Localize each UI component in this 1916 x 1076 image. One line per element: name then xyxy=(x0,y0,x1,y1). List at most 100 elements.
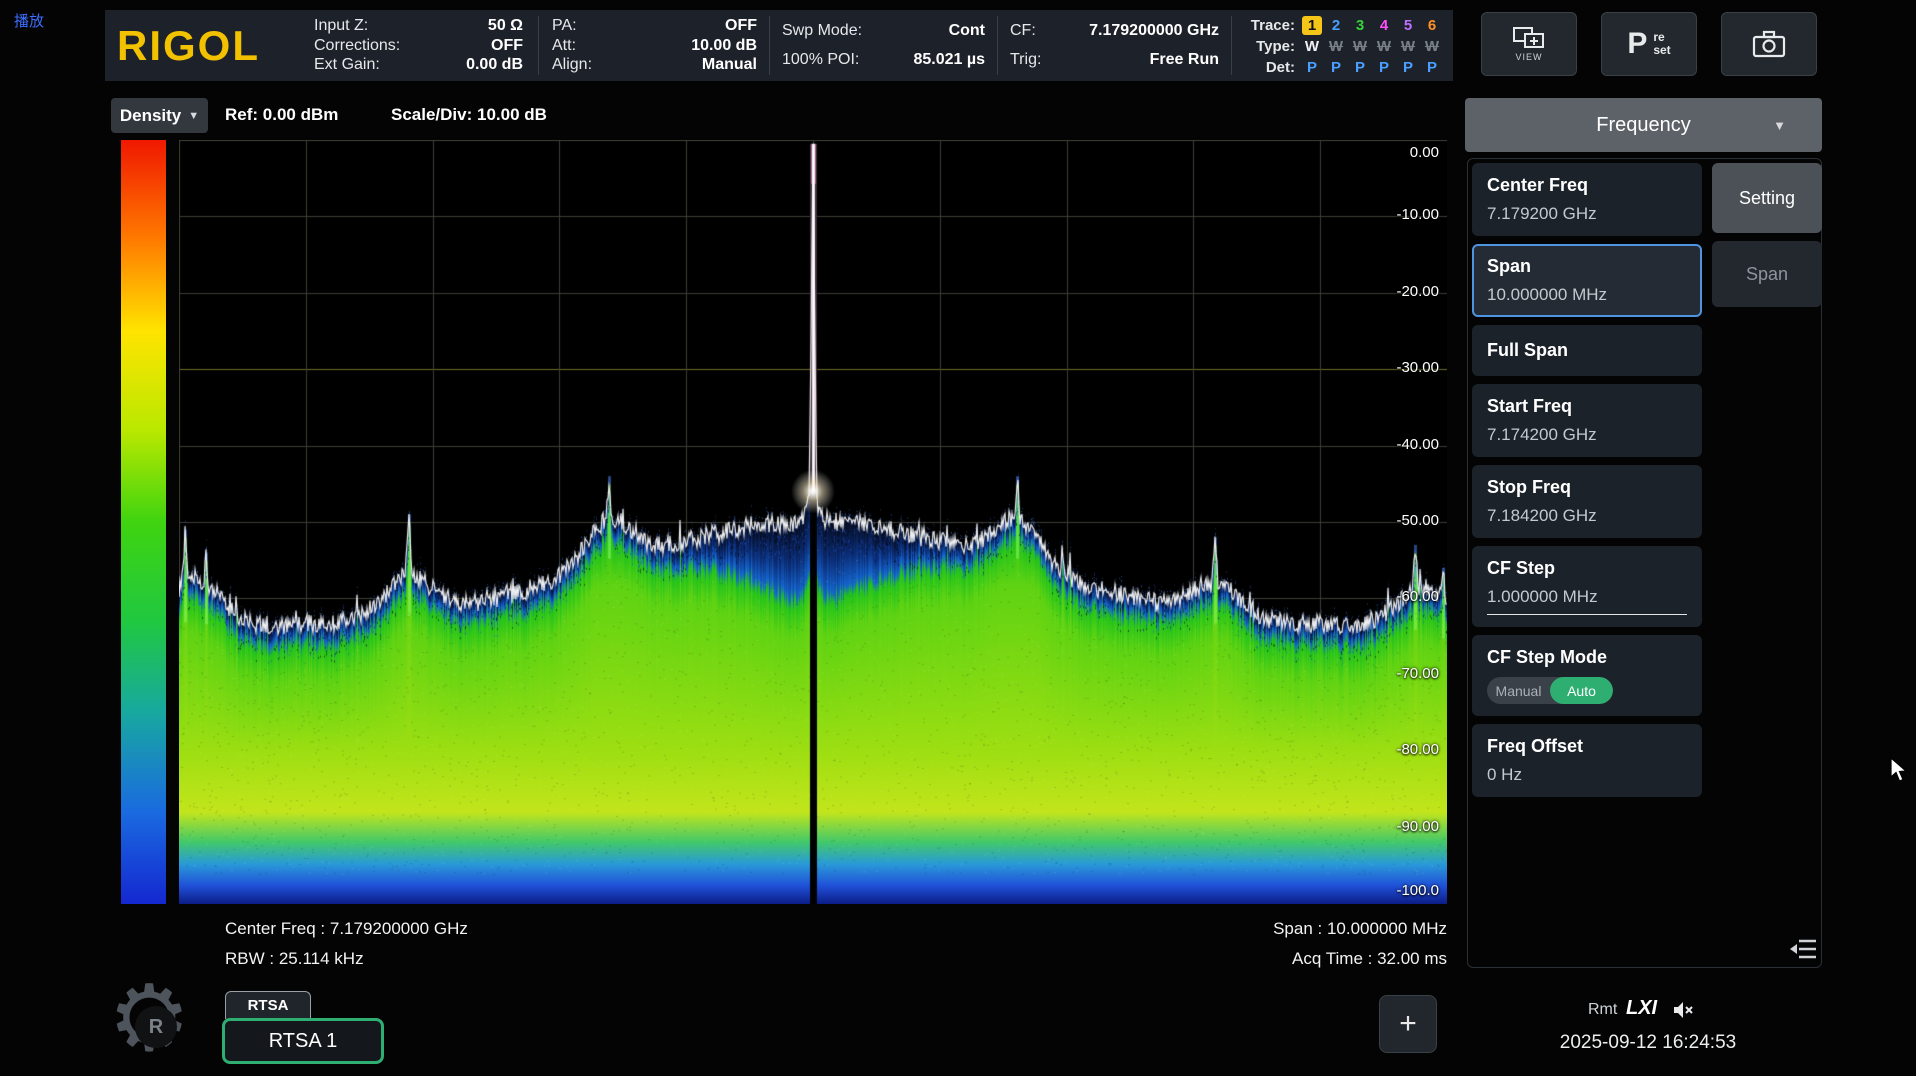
trace-6-type: W xyxy=(1420,38,1444,55)
poi-value: 85.021 µs xyxy=(914,51,986,69)
menu-item-cf-step-mode[interactable]: CF Step Mode Manual Auto xyxy=(1472,635,1702,716)
trace-mode-label: Density xyxy=(120,106,181,126)
trace-det-label: Det: xyxy=(1243,59,1295,76)
screenshot-button[interactable] xyxy=(1721,12,1817,76)
menu-item-list: Center Freq 7.179200 GHz Span 10.000000 … xyxy=(1472,163,1702,805)
att-value: 10.00 dB xyxy=(691,37,757,55)
acq-time-readout: Acq Time : 32.00 ms xyxy=(1292,949,1447,969)
trace-4-type: W xyxy=(1372,38,1396,55)
header-divider xyxy=(997,16,998,75)
trace-1-badge[interactable]: 1 xyxy=(1302,16,1322,35)
menu-item-full-span[interactable]: Full Span xyxy=(1472,325,1702,376)
camera-icon xyxy=(1751,29,1787,59)
chevron-down-icon: ▼ xyxy=(188,110,199,122)
menu-item-cf-step[interactable]: CF Step 1.000000 MHz xyxy=(1472,546,1702,627)
align-label: Align: xyxy=(552,56,592,74)
cf-value: 7.179200000 GHz xyxy=(1089,22,1219,40)
toggle-option-auto[interactable]: Auto xyxy=(1550,677,1613,704)
preset-button[interactable]: P re set xyxy=(1601,12,1697,76)
corrections-label: Corrections: xyxy=(314,37,400,55)
header-sweep-block: Swp Mode: Cont 100% POI: 85.021 µs xyxy=(782,14,985,77)
app-tab-rtsa-1[interactable]: RTSA 1 xyxy=(222,1018,384,1064)
menu-item-start-freq[interactable]: Start Freq 7.174200 GHz xyxy=(1472,384,1702,457)
att-label: Att: xyxy=(552,37,576,55)
corrections-value: OFF xyxy=(491,37,523,55)
video-overlay-play-label[interactable]: 播放 xyxy=(14,10,44,31)
header-input-block: Input Z:50 Ω Corrections:OFF Ext Gain:0.… xyxy=(314,14,523,77)
system-datetime: 2025-09-12 16:24:53 xyxy=(1540,1032,1756,1054)
value-edit-underline xyxy=(1487,614,1687,615)
multi-view-icon xyxy=(1512,26,1546,50)
header-divider xyxy=(538,16,539,75)
remote-status-label: Rmt xyxy=(1588,1001,1617,1019)
cf-label: CF: xyxy=(1010,22,1036,40)
trace-3-det: P xyxy=(1348,59,1372,76)
header-pa-block: PA: OFF Att: 10.00 dB Align: Manual xyxy=(552,14,757,77)
rbw-readout: RBW : 25.114 kHz xyxy=(225,949,364,969)
menu-title-dropdown[interactable]: Frequency ▼ xyxy=(1465,98,1822,152)
app-group-tab-rtsa[interactable]: RTSA xyxy=(225,991,311,1019)
align-value: Manual xyxy=(702,56,757,74)
rigol-gear-logo[interactable]: ⚙ R xyxy=(108,980,204,1074)
poi-label: 100% POI: xyxy=(782,51,859,69)
trace-4-badge[interactable]: 4 xyxy=(1374,16,1394,35)
header-divider xyxy=(769,16,770,75)
menu-item-center-freq[interactable]: Center Freq 7.179200 GHz xyxy=(1472,163,1702,236)
cf-step-mode-toggle[interactable]: Manual Auto xyxy=(1487,677,1613,704)
tab-span[interactable]: Span xyxy=(1712,241,1822,307)
mouse-cursor xyxy=(1889,757,1911,783)
preset-set-text: set xyxy=(1653,44,1670,57)
menu-title: Frequency xyxy=(1596,114,1691,137)
menu-item-freq-offset[interactable]: Freq Offset 0 Hz xyxy=(1472,724,1702,797)
input-z-label: Input Z: xyxy=(314,17,368,35)
ref-level-label: Ref: 0.00 dBm xyxy=(225,105,338,125)
rigol-logo: RIGOL xyxy=(117,22,260,70)
lxi-logo: LXI xyxy=(1626,997,1657,1020)
menu-collapse-button[interactable] xyxy=(1786,931,1822,967)
multi-view-label: VIEW xyxy=(1515,52,1542,62)
trace-3-badge[interactable]: 3 xyxy=(1350,16,1370,35)
trace-1-det: P xyxy=(1300,59,1324,76)
menu-collapse-icon xyxy=(1789,936,1819,962)
trig-label: Trig: xyxy=(1010,51,1041,69)
center-freq-readout: Center Freq : 7.179200000 GHz xyxy=(225,919,468,939)
spectrum-display[interactable]: 0.00 -10.00 -20.00 -30.00 -40.00 -50.00 … xyxy=(179,140,1447,904)
status-header: RIGOL Input Z:50 Ω Corrections:OFF Ext G… xyxy=(105,10,1453,81)
scale-div-label: Scale/Div: 10.00 dB xyxy=(391,105,547,125)
add-tab-button[interactable]: + xyxy=(1379,995,1437,1053)
gear-r-letter: R xyxy=(135,1006,177,1048)
trace-2-type: W xyxy=(1324,38,1348,55)
trace-5-type: W xyxy=(1396,38,1420,55)
swp-mode-label: Swp Mode: xyxy=(782,22,862,40)
trace-2-badge[interactable]: 2 xyxy=(1326,16,1346,35)
menu-item-stop-freq[interactable]: Stop Freq 7.184200 GHz xyxy=(1472,465,1702,538)
trace-3-type: W xyxy=(1348,38,1372,55)
trace-5-badge[interactable]: 5 xyxy=(1398,16,1418,35)
density-colorbar xyxy=(121,140,166,904)
pa-label: PA: xyxy=(552,17,577,35)
header-cf-block: CF: 7.179200000 GHz Trig: Free Run xyxy=(1010,14,1219,77)
trace-status-block: Trace: 1 2 3 4 5 6 Type: W W W W W W Det… xyxy=(1243,15,1449,77)
spectrum-canvas[interactable] xyxy=(179,140,1447,904)
swp-mode-value: Cont xyxy=(949,22,985,40)
header-divider xyxy=(1231,16,1232,75)
chevron-down-icon: ▼ xyxy=(1773,118,1786,133)
toggle-option-manual[interactable]: Manual xyxy=(1487,677,1550,704)
trace-1-type: W xyxy=(1300,38,1324,55)
pa-value: OFF xyxy=(725,17,757,35)
tab-setting[interactable]: Setting xyxy=(1712,163,1822,233)
trace-type-label: Type: xyxy=(1243,38,1295,55)
trace-5-det: P xyxy=(1396,59,1420,76)
trace-4-det: P xyxy=(1372,59,1396,76)
menu-item-span[interactable]: Span 10.000000 MHz xyxy=(1472,244,1702,317)
rtsa-screen: 播放 RIGOL Input Z:50 Ω Corrections:OFF Ex… xyxy=(0,0,1916,1076)
trace-2-det: P xyxy=(1324,59,1348,76)
trace-label: Trace: xyxy=(1243,17,1295,34)
trace-mode-dropdown[interactable]: Density ▼ xyxy=(111,98,208,133)
trace-6-badge[interactable]: 6 xyxy=(1422,16,1442,35)
speaker-muted-icon[interactable] xyxy=(1672,1000,1694,1025)
ext-gain-value: 0.00 dB xyxy=(466,56,523,74)
preset-p-letter: P xyxy=(1627,27,1647,61)
trig-value: Free Run xyxy=(1150,51,1219,69)
multi-view-button[interactable]: VIEW xyxy=(1481,12,1577,76)
